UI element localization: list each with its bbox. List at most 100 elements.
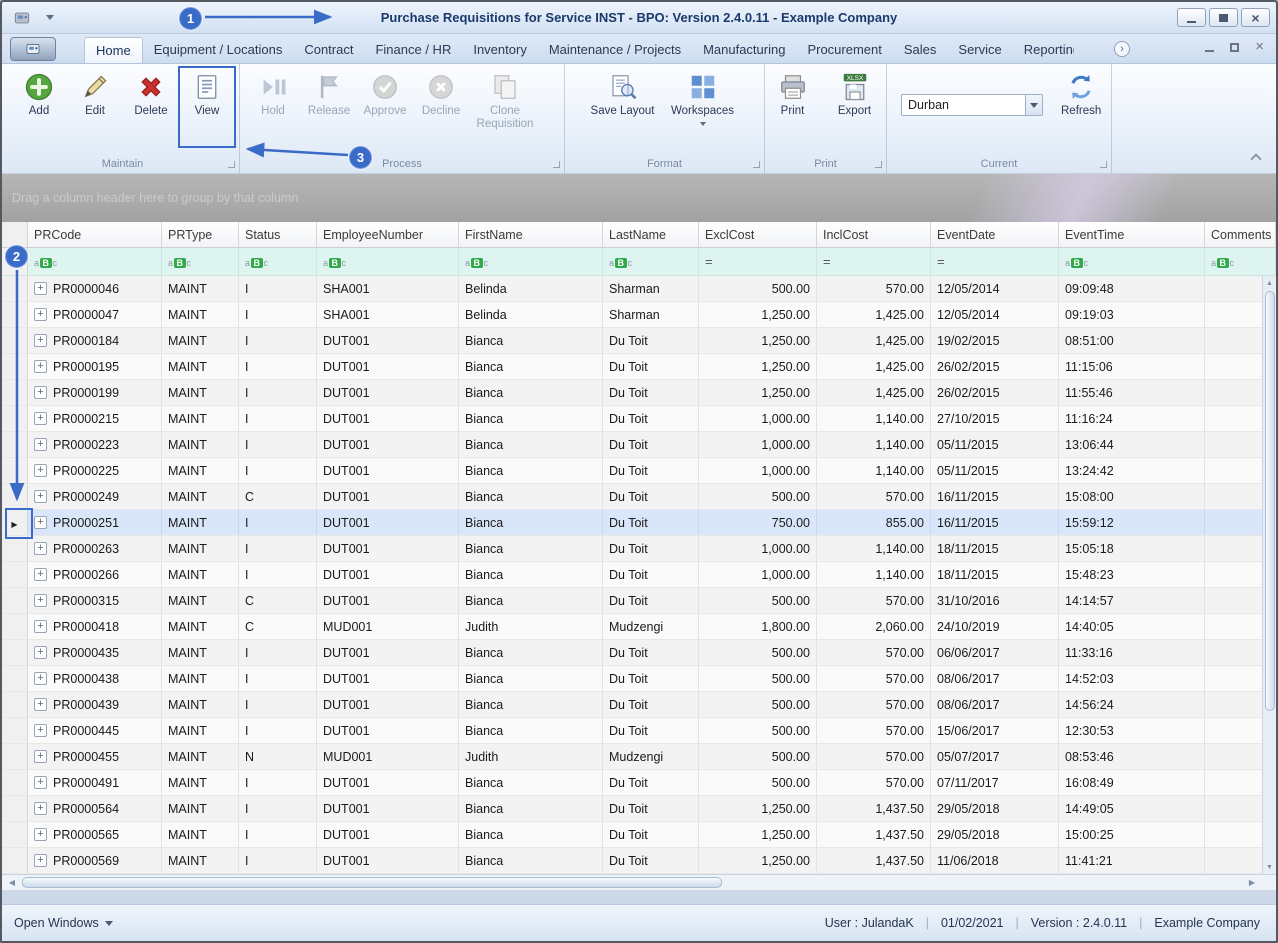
print-button[interactable]: Print: [770, 68, 816, 120]
expand-icon[interactable]: +: [34, 386, 47, 399]
tab-inventory[interactable]: Inventory: [462, 37, 537, 63]
expand-icon[interactable]: +: [34, 698, 47, 711]
table-row[interactable]: +PR0000315MAINTCDUT001BiancaDu Toit500.0…: [2, 588, 1276, 614]
expand-icon[interactable]: +: [34, 308, 47, 321]
ribbon-collapse-icon[interactable]: [1250, 153, 1261, 164]
scroll-left-icon[interactable]: [4, 878, 20, 887]
table-row[interactable]: +PR0000263MAINTIDUT001BiancaDu Toit1,000…: [2, 536, 1276, 562]
column-header-eventdate[interactable]: EventDate: [931, 222, 1059, 247]
application-button[interactable]: [10, 37, 56, 61]
table-row[interactable]: +PR0000564MAINTIDUT001BiancaDu Toit1,250…: [2, 796, 1276, 822]
column-header-comments[interactable]: Comments: [1205, 222, 1276, 247]
expand-icon[interactable]: +: [34, 516, 47, 529]
mdi-minimize-icon[interactable]: [1205, 50, 1214, 52]
expand-icon[interactable]: +: [34, 672, 47, 685]
expand-icon[interactable]: +: [34, 802, 47, 815]
expand-icon[interactable]: +: [34, 334, 47, 347]
expand-icon[interactable]: +: [34, 490, 47, 503]
decline-button[interactable]: Decline: [414, 68, 468, 120]
refresh-button[interactable]: Refresh: [1053, 68, 1109, 120]
dialog-launcher-icon[interactable]: [553, 161, 560, 168]
table-row[interactable]: +PR0000046MAINTISHA001BelindaSharman500.…: [2, 276, 1276, 302]
filter-cell-comments[interactable]: aBc: [1205, 248, 1276, 275]
edit-button[interactable]: Edit: [68, 68, 122, 120]
tab-equipment-locations[interactable]: Equipment / Locations: [143, 37, 294, 63]
tab-home[interactable]: Home: [84, 37, 143, 63]
tab-reporting[interactable]: Reporting: [1013, 37, 1074, 63]
dialog-launcher-icon[interactable]: [753, 161, 760, 168]
vertical-scroll-thumb[interactable]: [1265, 291, 1275, 711]
expand-icon[interactable]: +: [34, 750, 47, 763]
tab-procurement[interactable]: Procurement: [796, 37, 892, 63]
expand-icon[interactable]: +: [34, 438, 47, 451]
table-row[interactable]: +PR0000184MAINTIDUT001BiancaDu Toit1,250…: [2, 328, 1276, 354]
column-header-firstname[interactable]: FirstName: [459, 222, 603, 247]
maximize-button[interactable]: [1209, 8, 1238, 27]
scroll-right-icon[interactable]: [1244, 878, 1260, 887]
release-button[interactable]: Release: [302, 68, 356, 120]
table-row[interactable]: +PR0000565MAINTIDUT001BiancaDu Toit1,250…: [2, 822, 1276, 848]
site-combobox[interactable]: Durban: [901, 94, 1043, 116]
filter-cell-eventdate[interactable]: =: [931, 248, 1059, 275]
expand-icon[interactable]: +: [34, 646, 47, 659]
tab-sales[interactable]: Sales: [893, 37, 948, 63]
filter-cell-prtype[interactable]: aBc: [162, 248, 239, 275]
expand-icon[interactable]: +: [34, 776, 47, 789]
table-row[interactable]: +PR0000195MAINTIDUT001BiancaDu Toit1,250…: [2, 354, 1276, 380]
hold-button[interactable]: Hold: [246, 68, 300, 120]
expand-icon[interactable]: +: [34, 464, 47, 477]
column-header-status[interactable]: Status: [239, 222, 317, 247]
table-row[interactable]: +PR0000439MAINTIDUT001BiancaDu Toit500.0…: [2, 692, 1276, 718]
column-header-lastname[interactable]: LastName: [603, 222, 699, 247]
tab-finance-hr[interactable]: Finance / HR: [364, 37, 462, 63]
expand-icon[interactable]: +: [34, 854, 47, 867]
dialog-launcher-icon[interactable]: [228, 161, 235, 168]
minimize-button[interactable]: [1177, 8, 1206, 27]
table-row[interactable]: +PR0000455MAINTNMUD001JudithMudzengi500.…: [2, 744, 1276, 770]
dialog-launcher-icon[interactable]: [875, 161, 882, 168]
table-row[interactable]: +PR0000569MAINTIDUT001BiancaDu Toit1,250…: [2, 848, 1276, 874]
expand-icon[interactable]: +: [34, 360, 47, 373]
filter-cell-inclcost[interactable]: =: [817, 248, 931, 275]
table-row[interactable]: +PR0000266MAINTIDUT001BiancaDu Toit1,000…: [2, 562, 1276, 588]
tab-contract[interactable]: Contract: [293, 37, 364, 63]
save-layout-button[interactable]: Save Layout: [591, 68, 655, 120]
filter-cell-employeenumber[interactable]: aBc: [317, 248, 459, 275]
view-button[interactable]: View: [180, 68, 234, 120]
table-row[interactable]: +PR0000445MAINTIDUT001BiancaDu Toit500.0…: [2, 718, 1276, 744]
tab-scroll-button[interactable]: [1114, 41, 1130, 57]
table-row[interactable]: +PR0000215MAINTIDUT001BiancaDu Toit1,000…: [2, 406, 1276, 432]
close-button[interactable]: [1241, 8, 1270, 27]
column-header-prcode[interactable]: PRCode: [28, 222, 162, 247]
column-header-employeenumber[interactable]: EmployeeNumber: [317, 222, 459, 247]
table-row[interactable]: +PR0000251MAINTIDUT001BiancaDu Toit750.0…: [2, 510, 1276, 536]
filter-cell-firstname[interactable]: aBc: [459, 248, 603, 275]
table-row[interactable]: +PR0000249MAINTCDUT001BiancaDu Toit500.0…: [2, 484, 1276, 510]
table-row[interactable]: +PR0000418MAINTCMUD001JudithMudzengi1,80…: [2, 614, 1276, 640]
export-button[interactable]: XLSX Export: [830, 68, 880, 120]
column-header-inclcost[interactable]: InclCost: [817, 222, 931, 247]
expand-icon[interactable]: +: [34, 282, 47, 295]
table-row[interactable]: +PR0000491MAINTIDUT001BiancaDu Toit500.0…: [2, 770, 1276, 796]
table-row[interactable]: +PR0000199MAINTIDUT001BiancaDu Toit1,250…: [2, 380, 1276, 406]
tab-maintenance-projects[interactable]: Maintenance / Projects: [538, 37, 692, 63]
expand-icon[interactable]: +: [34, 568, 47, 581]
scroll-up-icon[interactable]: [1266, 276, 1273, 290]
filter-cell-eventtime[interactable]: aBc: [1059, 248, 1205, 275]
mdi-close-icon[interactable]: [1255, 38, 1264, 56]
table-row[interactable]: +PR0000435MAINTIDUT001BiancaDu Toit500.0…: [2, 640, 1276, 666]
column-header-prtype[interactable]: PRType: [162, 222, 239, 247]
scroll-down-icon[interactable]: [1266, 860, 1273, 874]
column-header-exclcost[interactable]: ExclCost: [699, 222, 817, 247]
quick-access-dropdown-icon[interactable]: [46, 15, 54, 20]
clone-requisition-button[interactable]: Clone Requisition: [470, 68, 540, 133]
expand-icon[interactable]: +: [34, 542, 47, 555]
vertical-scrollbar[interactable]: [1262, 276, 1276, 874]
filter-cell-status[interactable]: aBc: [239, 248, 317, 275]
delete-button[interactable]: Delete: [124, 68, 178, 120]
horizontal-scroll-thumb[interactable]: [22, 877, 722, 888]
expand-icon[interactable]: +: [34, 594, 47, 607]
expand-icon[interactable]: +: [34, 412, 47, 425]
filter-cell-prcode[interactable]: aBc: [28, 248, 162, 275]
table-row[interactable]: +PR0000047MAINTISHA001BelindaSharman1,25…: [2, 302, 1276, 328]
